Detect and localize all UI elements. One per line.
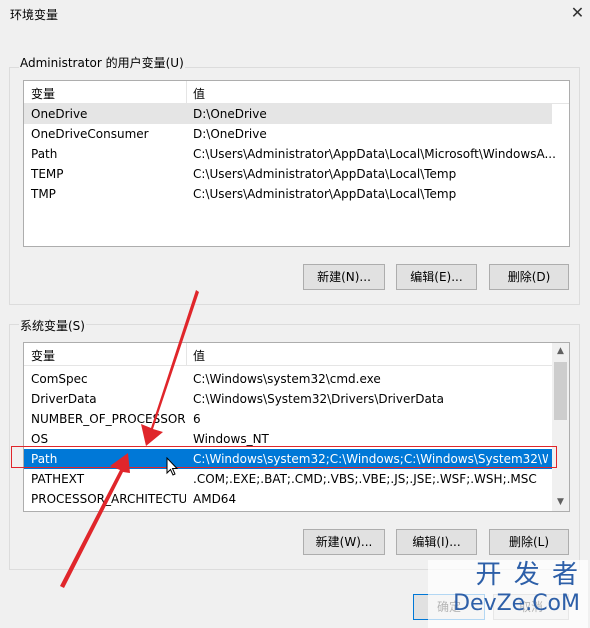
watermark-line1: 开 发 者 xyxy=(475,560,580,590)
watermark-line2: DevZe.CoM xyxy=(453,591,580,616)
annotation-arrows xyxy=(60,290,199,588)
arrow-to-path-row-icon xyxy=(60,453,130,588)
watermark-logo: 开 发 者 DevZe.CoM xyxy=(428,560,588,628)
arrow-up-to-path-row-icon xyxy=(141,290,199,446)
